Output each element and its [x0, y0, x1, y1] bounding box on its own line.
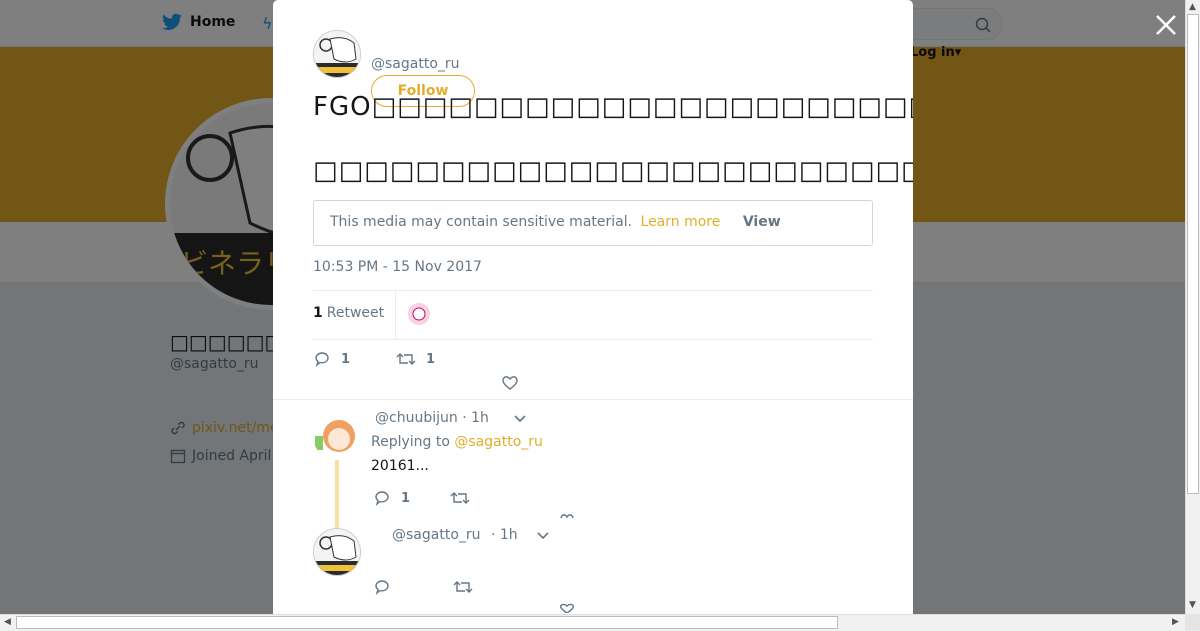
retweet-action[interactable]: 1 [396, 351, 435, 367]
thread-connector [335, 460, 339, 528]
reply-action[interactable]: 1 [313, 350, 350, 368]
like-icon[interactable] [559, 603, 575, 613]
reply-icon [375, 491, 389, 506]
reply-count: 1 [401, 490, 411, 506]
retweet-icon [450, 492, 470, 504]
reply-action[interactable]: 1 [373, 489, 410, 507]
tweet-stats: 1 Retweet [313, 290, 873, 340]
scroll-up-icon[interactable]: ▲ [1189, 2, 1196, 12]
sensitive-media-warning: This media may contain sensitive materia… [313, 200, 873, 246]
retweet-count: 1 [426, 351, 436, 367]
reply-icon [375, 580, 389, 595]
learn-more-link[interactable]: Learn more [641, 214, 721, 230]
reply-action[interactable] [373, 578, 391, 596]
replying-to-link[interactable]: @sagatto_ru [454, 434, 543, 450]
horizontal-scrollbar[interactable]: ◀ ▶ [0, 614, 1185, 631]
tweet-timestamp[interactable]: 10:53 PM - 15 Nov 2017 [313, 259, 482, 275]
reply-handle-text: @chuubijun [375, 410, 458, 426]
horizontal-scroll-thumb[interactable] [16, 616, 838, 629]
reply-icon [315, 352, 329, 367]
vertical-scrollbar[interactable]: ▲ ▼ [1185, 0, 1200, 614]
reply-avatar[interactable] [313, 528, 361, 576]
like-icon[interactable] [501, 375, 519, 391]
reply-author-handle[interactable]: @sagatto_ru · 1h [392, 527, 518, 543]
retweet-icon [453, 581, 473, 593]
retweet-icon [396, 353, 416, 365]
retweet-action[interactable] [453, 579, 473, 595]
stat-divider [395, 291, 396, 339]
scroll-left-icon[interactable]: ◀ [4, 617, 11, 627]
chevron-down-icon[interactable] [513, 414, 527, 424]
reply-avatar[interactable] [313, 412, 361, 460]
tweet-text-line-1: FGO□□□□□□□□□□□□□□□□□□□□□□□□□□□□□□□□□□□□□… [313, 92, 913, 122]
avatar-illustration-icon [314, 31, 360, 77]
sensitive-text: This media may contain sensitive materia… [330, 214, 633, 230]
retweet-stat-label: Retweet [326, 305, 385, 321]
close-icon[interactable] [1153, 12, 1179, 38]
tweet-author-avatar[interactable] [313, 30, 361, 78]
tweet-modal: @sagatto_ru Follow FGO□□□□□□□□□□□□□□□□□□… [273, 0, 913, 614]
retweet-stat[interactable]: 1 Retweet [313, 305, 384, 321]
reply-text: 20161... [371, 458, 429, 474]
retweeter-avatar[interactable] [408, 303, 430, 325]
replying-to-label: Replying to [371, 434, 450, 450]
reply-time[interactable]: · 1h [462, 410, 489, 426]
chevron-down-icon[interactable] [536, 531, 550, 541]
reply-actions: 1 [373, 489, 470, 507]
reply-actions [373, 578, 473, 596]
avatar-illustration-icon [313, 412, 361, 460]
tweet-author-handle[interactable]: @sagatto_ru [371, 56, 460, 72]
reply-time[interactable]: · 1h [491, 527, 518, 543]
vertical-scroll-thumb[interactable] [1187, 14, 1199, 494]
reply-count: 1 [341, 351, 351, 367]
scroll-right-icon[interactable]: ▶ [1172, 617, 1179, 627]
retweet-stat-count: 1 [313, 305, 323, 321]
tweet-actions: 1 1 [313, 350, 435, 368]
scrollbar-corner [1185, 614, 1200, 630]
view-button[interactable]: View [743, 214, 781, 230]
replying-to: Replying to @sagatto_ru [371, 434, 543, 450]
reply-author-handle[interactable]: @chuubijun · 1h [375, 410, 489, 426]
scroll-down-icon[interactable]: ▼ [1189, 600, 1196, 610]
reply-divider [273, 399, 913, 400]
avatar-illustration-icon [314, 529, 360, 575]
avatar-illustration-icon [408, 303, 430, 325]
tweet-text-line-2: □□□□□□□□□□□□□□□□□□□□□□□□□□□□□□□□□□□□□□□□… [313, 156, 913, 186]
retweet-action[interactable] [450, 490, 470, 506]
reply-handle-text: @sagatto_ru [392, 527, 481, 543]
like-icon[interactable] [559, 513, 575, 519]
